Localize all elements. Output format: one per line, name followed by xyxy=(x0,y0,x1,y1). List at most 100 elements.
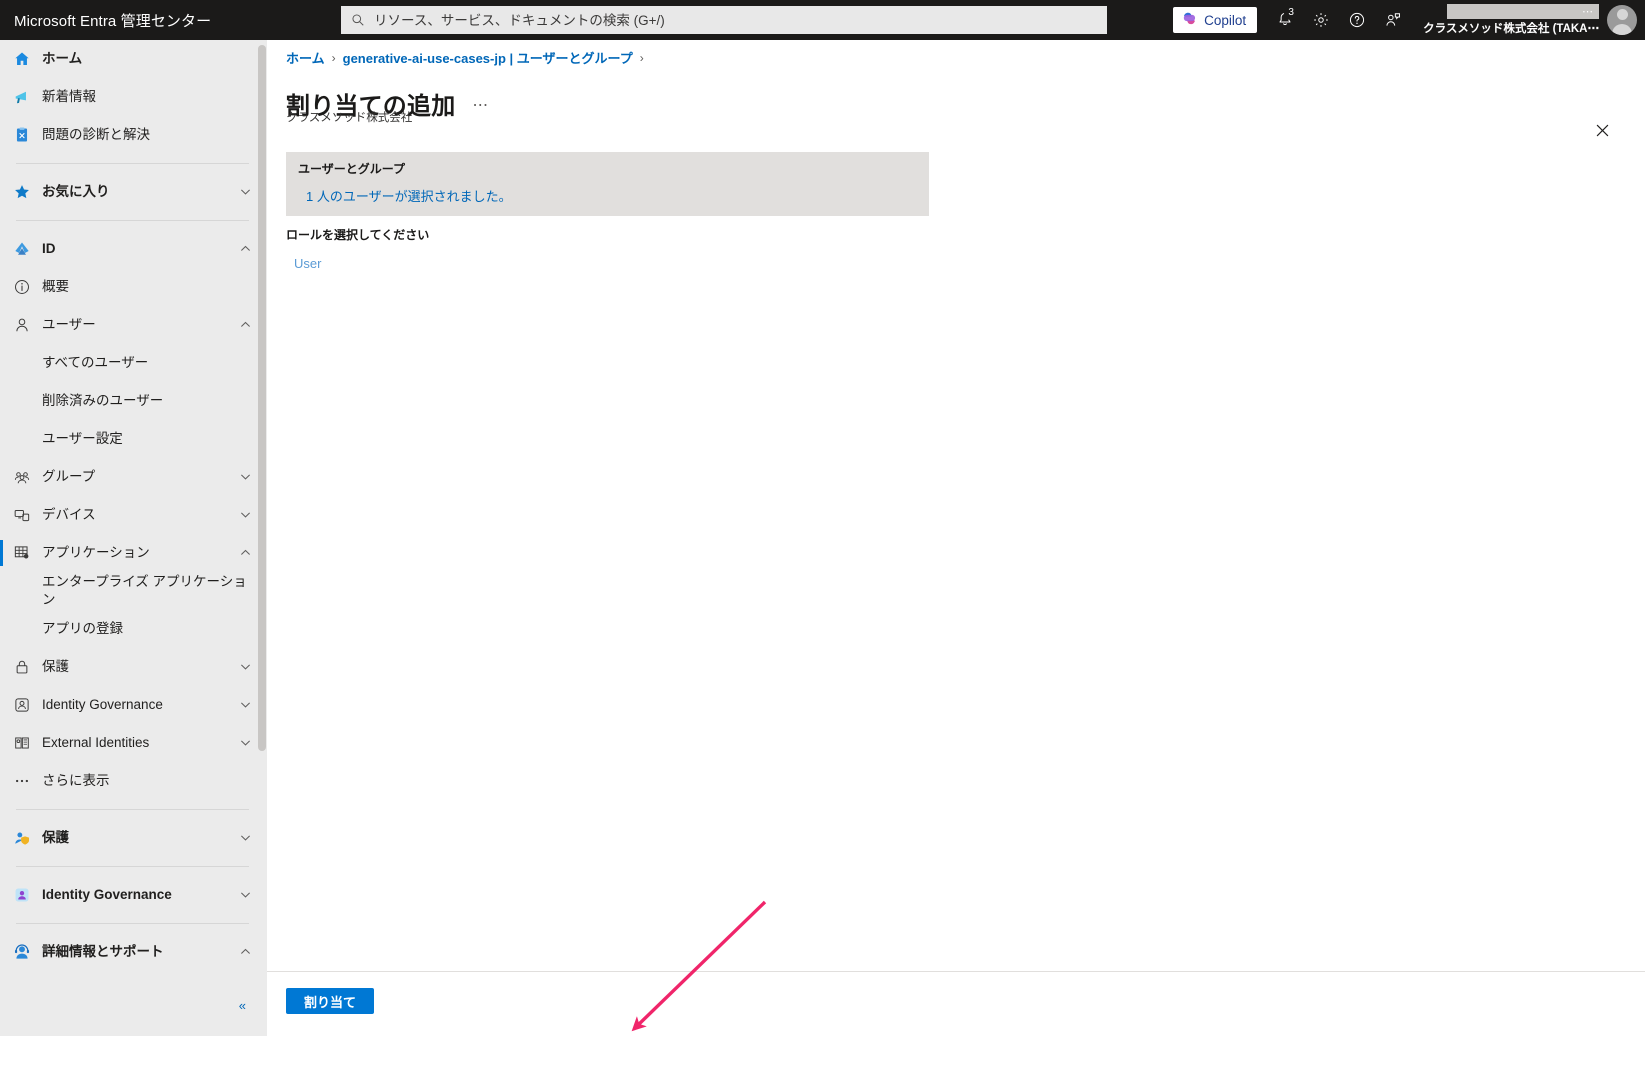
sidebar-item-favorites[interactable]: お気に入り xyxy=(0,173,267,211)
assign-button[interactable]: 割り当て xyxy=(286,988,374,1014)
sidebar-item-whats-new[interactable]: 新着情報 xyxy=(0,78,267,116)
footer-divider xyxy=(267,971,1645,972)
sidebar-item-label: 概要 xyxy=(42,278,69,294)
copilot-label: Copilot xyxy=(1204,12,1247,28)
chevron-down-icon[interactable] xyxy=(239,698,253,713)
copilot-icon xyxy=(1181,10,1198,30)
breadcrumb-item-app-users-groups[interactable]: generative-ai-use-cases-jp | ユーザーとグループ xyxy=(343,48,633,67)
account-more-dots: ⋯ xyxy=(1582,6,1594,18)
account-menu[interactable]: ⋯ クラスメソッド株式会社 (TAKA⋯ xyxy=(1411,0,1645,40)
sidebar-item-identity[interactable]: ID xyxy=(0,230,267,268)
diagnose-icon xyxy=(12,125,32,145)
chevron-down-icon[interactable] xyxy=(239,508,253,523)
sidebar-item-protection-1[interactable]: 保護 xyxy=(0,648,267,686)
breadcrumb-item-home[interactable]: ホーム xyxy=(286,48,325,67)
governance-icon xyxy=(12,695,32,715)
users-groups-label: ユーザーとグループ xyxy=(298,162,406,176)
sidebar-item-label: お気に入り xyxy=(42,183,110,199)
page-subtitle: クラスメソッド株式会社 xyxy=(286,112,413,124)
collapse-sidebar-button[interactable]: « xyxy=(233,997,251,1014)
sidebar-item-label: デバイス xyxy=(42,506,96,522)
sidebar-item-external-id[interactable]: External Identities xyxy=(0,724,267,762)
avatar[interactable] xyxy=(1607,5,1637,35)
sidebar-subitem-enterprise-apps[interactable]: エンタープライズ アプリケーション xyxy=(0,572,267,610)
sidebar-item-label: ユーザー xyxy=(42,316,96,332)
settings-gear-icon xyxy=(1312,11,1330,29)
sidebar-divider xyxy=(16,163,249,164)
sidebar-subitem-user-settings[interactable]: ユーザー設定 xyxy=(0,420,267,458)
sidebar-item-label: Identity Governance xyxy=(42,886,172,902)
account-upn-redacted: ⋯ xyxy=(1447,4,1599,19)
annotation-arrow xyxy=(631,900,767,1032)
chevron-down-icon[interactable] xyxy=(239,736,253,751)
role-selected-value[interactable]: User xyxy=(294,256,1626,271)
feedback-button[interactable] xyxy=(1375,0,1411,40)
page-more-options-icon[interactable]: ⋯ xyxy=(472,95,489,115)
sidebar-subitem-app-regs[interactable]: アプリの登録 xyxy=(0,610,267,648)
external-id-icon xyxy=(12,733,32,753)
sidebar-item-label: 詳細情報とサポート xyxy=(42,943,164,959)
sidebar-subitem-deleted-users[interactable]: 削除済みのユーザー xyxy=(0,382,267,420)
sidebar-item-label: ユーザー設定 xyxy=(42,430,123,446)
global-search-box[interactable] xyxy=(341,6,1107,34)
search-input[interactable] xyxy=(374,6,1097,34)
support-agent-icon xyxy=(12,942,32,962)
account-organization: クラスメソッド株式会社 (TAKA⋯ xyxy=(1423,23,1599,35)
sidebar-scrollbar[interactable] xyxy=(258,45,266,751)
top-header-bar: Microsoft Entra 管理センター Copilot xyxy=(0,0,1645,40)
sidebar-item-applications[interactable]: アプリケーション xyxy=(0,534,267,572)
account-text: ⋯ クラスメソッド株式会社 (TAKA⋯ xyxy=(1423,4,1599,36)
copilot-button[interactable]: Copilot xyxy=(1173,7,1258,33)
sidebar-item-home[interactable]: ホーム xyxy=(0,40,267,78)
chevron-down-icon[interactable] xyxy=(239,185,253,200)
protection-shield-icon xyxy=(12,828,32,848)
app-brand-title: Microsoft Entra 管理センター xyxy=(14,12,212,30)
sidebar-item-users[interactable]: ユーザー xyxy=(0,306,267,344)
close-icon xyxy=(1595,123,1610,141)
chevron-down-icon[interactable] xyxy=(239,888,253,903)
users-groups-selected-link[interactable]: 1 人のユーザーが選択されました。 xyxy=(306,186,512,205)
sidebar-subitem-all-users[interactable]: すべてのユーザー xyxy=(0,344,267,382)
help-question-icon xyxy=(1348,11,1366,29)
left-navigation-sidebar: ホーム新着情報問題の診断と解決 お気に入り ID 概要ユーザーすべてのユーザー 削除済み… xyxy=(0,40,267,1036)
sidebar-item-label: ホーム xyxy=(42,50,83,66)
sidebar-item-label: External Identities xyxy=(42,734,150,750)
sidebar-item-label: 保護 xyxy=(42,829,69,845)
sidebar-divider xyxy=(16,809,249,810)
sidebar-item-show-more[interactable]: さらに表示 xyxy=(0,762,267,800)
chevron-up-icon[interactable] xyxy=(239,546,253,561)
sidebar-item-id-gov-1[interactable]: Identity Governance xyxy=(0,686,267,724)
sidebar-item-diagnose[interactable]: 問題の診断と解決 xyxy=(0,116,267,154)
sidebar-item-label: 新着情報 xyxy=(42,88,96,104)
sidebar-item-id-gov-2[interactable]: Identity Governance xyxy=(0,876,267,914)
sidebar-item-learn-support[interactable]: 詳細情報とサポート xyxy=(0,933,267,971)
breadcrumb-separator: › xyxy=(331,50,336,65)
governance-color-icon xyxy=(12,885,32,905)
sidebar-item-groups[interactable]: グループ xyxy=(0,458,267,496)
chevron-down-icon[interactable] xyxy=(239,470,253,485)
chevron-down-icon[interactable] xyxy=(239,660,253,675)
close-blade-button[interactable] xyxy=(1586,116,1618,148)
sidebar-item-label: アプリケーション xyxy=(42,544,150,560)
sidebar-item-label: Identity Governance xyxy=(42,696,163,712)
sidebar-item-overview[interactable]: 概要 xyxy=(0,268,267,306)
assignment-form: ユーザーとグループ 1 人のユーザーが選択されました。 ロールを選択してください… xyxy=(286,152,1626,271)
notifications-button[interactable]: 3 xyxy=(1267,0,1303,40)
settings-button[interactable] xyxy=(1303,0,1339,40)
sidebar-item-protection-2[interactable]: 保護 xyxy=(0,819,267,857)
chevron-down-icon[interactable] xyxy=(239,831,253,846)
sidebar-item-devices[interactable]: デバイス xyxy=(0,496,267,534)
page-title-row: 割り当ての追加 ⋯ xyxy=(286,70,489,137)
chevron-up-icon[interactable] xyxy=(239,242,253,257)
chevron-up-icon[interactable] xyxy=(239,945,253,960)
sidebar-item-label: ID xyxy=(42,240,56,256)
star-icon xyxy=(12,182,32,202)
entra-id-icon xyxy=(12,239,32,259)
sidebar-item-label: 問題の診断と解決 xyxy=(42,126,150,142)
ellipsis-icon xyxy=(12,771,32,791)
chevron-up-icon[interactable] xyxy=(239,318,253,333)
home-icon xyxy=(12,49,32,69)
users-groups-field: ユーザーとグループ 1 人のユーザーが選択されました。 xyxy=(286,152,929,216)
help-button[interactable] xyxy=(1339,0,1375,40)
group-icon xyxy=(12,467,32,487)
